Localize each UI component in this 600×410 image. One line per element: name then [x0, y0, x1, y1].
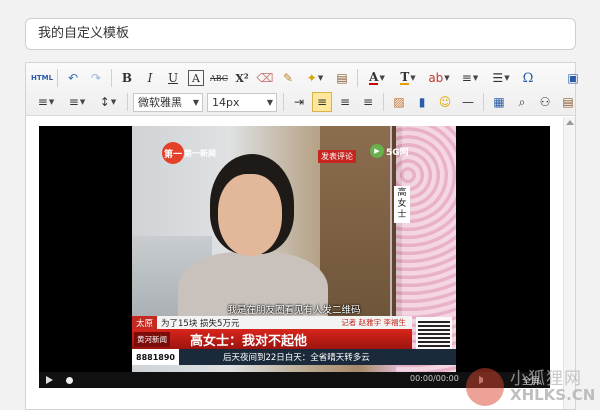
autotypeset-icon[interactable]: ✦ ▼ — [301, 68, 329, 88]
site-watermark: 小狐狸网 XHLKS.CN — [462, 360, 600, 410]
speaker-name-tag: 高女士 — [394, 186, 410, 223]
editor-toolbar: HTML ↶ ↷ B I U A ABC X² ⌫ ✎ ✦ ▼ ▤ A ▼ T … — [26, 63, 579, 116]
reporter-credit: 记者 赵雅宇 李福生 — [341, 318, 406, 327]
embedded-video[interactable]: 第一 第一新闻 发表评论 ▶ 5G网 高女士 我是在朋友圈看见有人发二维码 太原 … — [39, 126, 550, 388]
font-family-value: 微软雅黑 — [138, 96, 182, 109]
toolbar-separator — [483, 93, 484, 111]
highlight-button[interactable]: ab ▼ — [425, 68, 453, 88]
time-display: 00:00/00:00 — [410, 374, 459, 383]
eraser-icon[interactable]: ⌫ — [255, 68, 275, 88]
underline-button[interactable]: U — [163, 68, 183, 88]
horizontal-rule-icon[interactable]: — — [458, 92, 478, 112]
toolbar-separator — [57, 69, 58, 87]
special-char-button[interactable]: Ω — [518, 68, 538, 88]
video-subtitle: 我是在朋友圈看见有人发二维码 — [227, 305, 361, 316]
network-logo-text: 5G网 — [386, 147, 409, 158]
indent-icon[interactable]: ⇥ — [289, 92, 309, 112]
fox-logo-icon — [466, 368, 504, 406]
toolbar-row-1: HTML ↶ ↷ B I U A ABC X² ⌫ ✎ ✦ ▼ ▤ A ▼ T … — [31, 67, 586, 89]
strikethrough-button[interactable]: ABC — [209, 68, 229, 88]
paste-plain-icon[interactable]: ▤ — [332, 68, 352, 88]
find-icon[interactable]: ⚇ — [535, 92, 555, 112]
toolbar-separator — [111, 69, 112, 87]
small-headline: 为了15块 损失5万元 — [161, 318, 240, 329]
video-icon[interactable]: ▮ — [412, 92, 432, 112]
channel-logo-text: 第一新闻 — [184, 149, 216, 158]
toolbar-separator — [283, 93, 284, 111]
html-source-button[interactable]: HTML — [31, 68, 53, 88]
channel-logo-icon: 第一 — [162, 142, 184, 164]
emoji-icon[interactable]: ☺ — [435, 92, 455, 112]
news-lower-third-top: 太原 为了15块 损失5万元 记者 赵雅宇 李福生 — [132, 316, 412, 329]
seek-handle[interactable] — [66, 377, 73, 384]
font-size-select[interactable]: 14px ▼ — [207, 92, 277, 112]
person-face — [218, 174, 282, 256]
superscript-button[interactable]: X² — [232, 68, 252, 88]
toolbar-separator — [357, 69, 358, 87]
undo-button[interactable]: ↶ — [63, 68, 83, 88]
chevron-down-icon: ▼ — [266, 97, 273, 107]
news-headline: 高女士：我对不起他 — [190, 333, 308, 349]
search-replace-icon[interactable]: ⌕ — [512, 92, 532, 112]
font-color-icon: A — [369, 70, 379, 85]
bold-button[interactable]: B — [117, 68, 137, 88]
rich-text-editor: HTML ↶ ↷ B I U A ABC X² ⌫ ✎ ✦ ▼ ▤ A ▼ T … — [25, 62, 579, 410]
font-color-button[interactable]: A ▼ — [363, 68, 391, 88]
image-icon[interactable]: ▨ — [389, 92, 409, 112]
align-center-icon[interactable]: ≡ — [335, 92, 355, 112]
font-family-select[interactable]: 微软雅黑 ▼ — [133, 92, 203, 112]
video-frame: 第一 第一新闻 发表评论 ▶ 5G网 高女士 我是在朋友圈看见有人发二维码 太原 … — [132, 126, 456, 372]
news-brand: 黄河新闻 — [134, 331, 170, 347]
qr-code-icon — [416, 317, 452, 349]
comment-tag: 发表评论 — [318, 150, 356, 163]
paragraph-spacing-top-button[interactable]: ≡ ▼ — [32, 92, 60, 112]
news-ticker-bar: 8881890 后天夜间到22日白天：全省晴天转多云 — [132, 349, 456, 365]
background-color-button[interactable]: T ▼ — [394, 68, 422, 88]
play-icon[interactable] — [46, 376, 53, 384]
background-color-icon: T — [400, 70, 410, 85]
format-painter-icon[interactable]: ✎ — [278, 68, 298, 88]
italic-button[interactable]: I — [140, 68, 160, 88]
table-icon[interactable]: ▦ — [489, 92, 509, 112]
paste-icon[interactable]: ▤ — [558, 92, 578, 112]
ordered-list-button[interactable]: ≡ ▼ — [456, 68, 484, 88]
line-height-button[interactable]: ↕ ▼ — [94, 92, 122, 112]
preview-icon[interactable]: ▣ — [563, 68, 583, 88]
align-left-icon[interactable]: ≡ — [312, 92, 332, 112]
network-logo: ▶ 5G网 — [370, 141, 425, 161]
align-right-icon[interactable]: ≡ — [358, 92, 378, 112]
news-ticker: 后天夜间到22日白天：全省晴天转多云 — [222, 353, 370, 363]
hotline-number: 8881890 — [132, 349, 179, 365]
toolbar-separator — [383, 93, 384, 111]
play-logo-icon: ▶ — [370, 144, 384, 158]
toolbar-separator — [127, 93, 128, 111]
page: 我的自定义模板 HTML ↶ ↷ B I U A ABC X² ⌫ ✎ ✦ ▼ … — [0, 0, 600, 410]
font-size-value: 14px — [212, 95, 240, 109]
toolbar-row-2: ≡ ▼ ≡ ▼ ↕ ▼ 微软雅黑 ▼ 14px ▼ ⇥ ≡ ≡ ≡ ▨ ▮ ☺ — — [32, 91, 581, 113]
template-title-input[interactable]: 我的自定义模板 — [25, 18, 576, 50]
editor-card: 我的自定义模板 HTML ↶ ↷ B I U A ABC X² ⌫ ✎ ✦ ▼ … — [0, 0, 600, 410]
unordered-list-button[interactable]: ☰ ▼ — [487, 68, 515, 88]
watermark-line-2: XHLKS.CN — [510, 386, 596, 404]
paragraph-spacing-bottom-button[interactable]: ≡ ▼ — [63, 92, 91, 112]
location-tag: 太原 — [132, 316, 158, 329]
scroll-up-arrow-icon[interactable] — [566, 120, 574, 125]
chevron-down-icon: ▼ — [192, 97, 199, 107]
news-lower-third-main: 黄河新闻 高女士：我对不起他 — [132, 329, 412, 349]
redo-button[interactable]: ↷ — [86, 68, 106, 88]
border-text-button[interactable]: A — [188, 70, 204, 86]
